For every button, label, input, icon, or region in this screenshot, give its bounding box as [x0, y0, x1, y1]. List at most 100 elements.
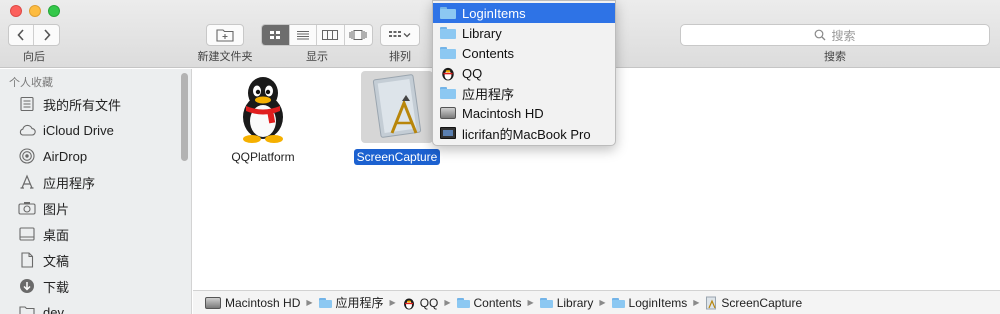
search-field[interactable]: 搜索 [680, 24, 990, 46]
menu-item-label: Library [462, 25, 502, 41]
back-button[interactable] [9, 25, 35, 45]
path-arrow-icon: ▶ [599, 298, 606, 307]
sidebar-item-label: 图片 [43, 201, 70, 217]
path-segment-loginitems[interactable]: LoginItems [611, 296, 687, 310]
list-icon [296, 31, 309, 40]
menu-item-contents[interactable]: Contents [433, 43, 615, 63]
path-arrow-icon: ▶ [306, 298, 313, 307]
cover-flow-view-button[interactable] [345, 25, 372, 45]
arrange-button[interactable] [380, 24, 420, 46]
path-segment-macintosh-hd[interactable]: Macintosh HD [205, 296, 300, 310]
hard-drive-icon [205, 296, 221, 309]
search-placeholder: 搜索 [831, 28, 856, 43]
folder-icon [440, 7, 456, 19]
menu-item-label: 应用程序 [462, 86, 515, 102]
path-segment-label: ScreenCapture [721, 295, 803, 310]
arrange-icon [389, 31, 411, 38]
view-label: 显示 [306, 51, 328, 63]
path-arrow-icon: ▶ [693, 298, 700, 307]
path-segment-screencapture[interactable]: ScreenCapture [705, 296, 802, 310]
folder-icon [18, 303, 36, 314]
folder-icon [611, 297, 625, 308]
folder-icon [456, 297, 470, 308]
desktop-icon [18, 225, 36, 243]
path-segment-label: Macintosh HD [225, 295, 301, 310]
applications-folder-icon [440, 87, 456, 99]
back-forward-control [8, 24, 60, 46]
sidebar-item-desktop[interactable]: 桌面 [18, 223, 69, 245]
sidebar-item-label: 我的所有文件 [43, 97, 122, 113]
penguin-icon [403, 298, 414, 309]
sidebar-item-applications[interactable]: 应用程序 [18, 171, 95, 193]
menu-item-library[interactable]: Library [433, 23, 615, 43]
minimize-window-button[interactable] [29, 5, 41, 17]
menu-item-macintosh-hd[interactable]: Macintosh HD [433, 103, 615, 123]
cover-flow-icon [349, 30, 367, 40]
columns-icon [322, 30, 339, 40]
path-segment-qq[interactable]: QQ [402, 295, 439, 310]
path-segment-contents[interactable]: Contents [456, 295, 522, 310]
camera-icon [18, 199, 36, 217]
app-icon [372, 74, 422, 138]
sidebar-scrollbar[interactable] [181, 73, 188, 161]
new-folder-icon [216, 29, 234, 42]
all-files-icon [18, 95, 36, 113]
sidebar-item-pictures[interactable]: 图片 [18, 197, 69, 219]
path-arrow-icon: ▶ [389, 298, 396, 307]
menu-item-qq[interactable]: QQ [433, 63, 615, 83]
folder-icon [318, 297, 332, 308]
new-folder-button[interactable] [206, 24, 244, 46]
forward-button[interactable] [34, 25, 59, 45]
chevron-right-icon [43, 29, 51, 41]
sidebar-item-dev[interactable]: dev [18, 301, 64, 314]
path-popup-menu: LoginItems Library Contents QQ 应用程序 Maci… [432, 0, 616, 146]
path-segment-applications[interactable]: 应用程序 [318, 294, 384, 311]
arrange-label: 排列 [389, 51, 411, 63]
path-segment-label: Contents [473, 295, 522, 310]
hard-drive-icon [440, 107, 456, 119]
folder-icon [539, 297, 553, 308]
menu-item-label: licrifan的MacBook Pro [462, 126, 591, 142]
penguin-icon [442, 67, 454, 81]
menu-item-applications[interactable]: 应用程序 [433, 83, 615, 103]
menu-item-loginitems[interactable]: LoginItems [433, 3, 615, 23]
back-label: 向后 [23, 51, 45, 63]
sidebar-item-downloads[interactable]: 下载 [18, 275, 69, 297]
menu-item-label: LoginItems [462, 5, 526, 21]
path-arrow-icon: ▶ [527, 298, 534, 307]
sidebar-header-favorites: 个人收藏 [9, 77, 53, 89]
close-window-button[interactable] [10, 5, 22, 17]
grid-icon [270, 31, 281, 39]
sidebar-item-label: 应用程序 [43, 175, 96, 191]
sidebar-item-documents[interactable]: 文稿 [18, 249, 69, 271]
folder-icon [440, 27, 456, 39]
menu-item-label: Contents [462, 45, 515, 61]
search-icon [815, 29, 826, 41]
path-segment-label: Library [556, 295, 594, 310]
document-icon [18, 251, 36, 269]
menu-item-label: Macintosh HD [462, 105, 544, 121]
path-segment-library[interactable]: Library [539, 295, 594, 310]
file-name: QQPlatform [231, 150, 295, 164]
menu-item-computer[interactable]: licrifan的MacBook Pro [433, 123, 615, 143]
sidebar-item-label: iCloud Drive [43, 122, 114, 138]
view-mode-control [261, 24, 373, 46]
path-segment-label: QQ [419, 295, 439, 310]
list-view-button[interactable] [290, 25, 317, 45]
airdrop-icon [18, 147, 36, 165]
sidebar: 个人收藏 我的所有文件 iCloud Drive AirDrop 应用程序 图片… [0, 69, 192, 314]
path-bar: Macintosh HD ▶ 应用程序 ▶ QQ ▶ Contents ▶ Li… [193, 290, 1000, 314]
download-icon [18, 277, 36, 295]
icon-view-button[interactable] [262, 25, 290, 45]
folder-icon [440, 47, 456, 59]
sidebar-item-label: 桌面 [43, 227, 70, 243]
penguin-icon [243, 77, 283, 143]
laptop-icon [440, 127, 456, 139]
file-item-qqplatform[interactable]: QQPlatform [223, 73, 303, 165]
sidebar-item-airdrop[interactable]: AirDrop [18, 145, 87, 167]
sidebar-item-icloud-drive[interactable]: iCloud Drive [18, 119, 114, 141]
zoom-window-button[interactable] [48, 5, 60, 17]
sidebar-item-label: AirDrop [43, 148, 88, 164]
sidebar-item-all-my-files[interactable]: 我的所有文件 [18, 93, 121, 115]
column-view-button[interactable] [317, 25, 345, 45]
